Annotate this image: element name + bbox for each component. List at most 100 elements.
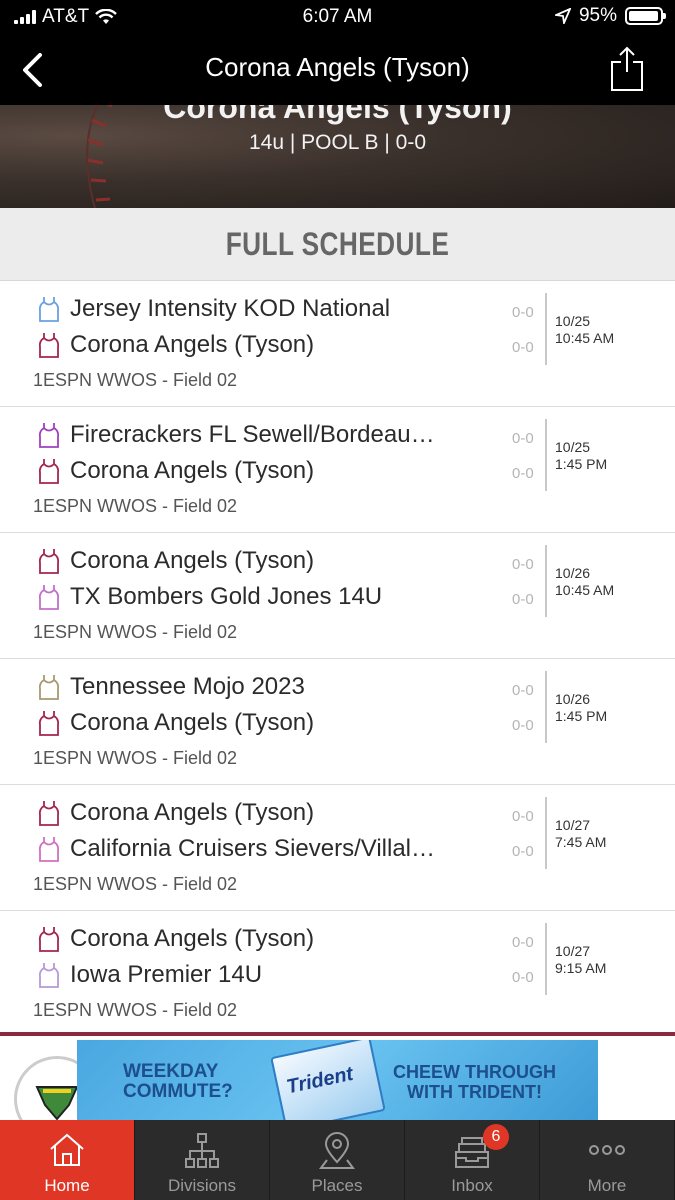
ad-brand: Trident xyxy=(284,1062,356,1099)
location-pin-icon xyxy=(319,1132,355,1169)
game-datetime: 10/25 10:45 AM xyxy=(555,313,614,347)
share-icon[interactable] xyxy=(609,44,645,92)
tab-divisions[interactable]: Divisions xyxy=(135,1120,270,1200)
score-team-1: 0-0 xyxy=(512,556,534,573)
team-1: Corona Angels (Tyson) xyxy=(36,799,314,827)
team-name: TX Bombers Gold Jones 14U xyxy=(70,583,383,610)
jersey-icon xyxy=(38,585,60,610)
ad-line: WEEKDAY xyxy=(123,1061,219,1082)
game-datetime: 10/26 10:45 AM xyxy=(555,565,614,599)
team-name: Jersey Intensity KOD National xyxy=(70,295,391,322)
ad-product-image: Trident xyxy=(270,1040,386,1120)
tab-label: Places xyxy=(311,1176,363,1195)
game-datetime: 10/25 1:45 PM xyxy=(555,439,607,473)
game-row[interactable]: Corona Angels (Tyson) California Cruiser… xyxy=(0,785,675,911)
jersey-icon xyxy=(38,423,60,448)
divider xyxy=(545,293,547,365)
hero-subtitle: 14u | POOL B | 0-0 xyxy=(248,131,427,154)
team-2: California Cruisers Sievers/Villal… xyxy=(36,835,435,863)
game-row[interactable]: Corona Angels (Tyson) TX Bombers Gold Jo… xyxy=(0,533,675,659)
location-arrow-icon xyxy=(554,8,571,24)
jersey-icon xyxy=(38,297,60,322)
team-1: Corona Angels (Tyson) xyxy=(36,547,314,575)
team-name: Corona Angels (Tyson) xyxy=(70,331,315,358)
game-date: 10/25 xyxy=(555,313,591,329)
game-time: 1:45 PM xyxy=(555,456,608,472)
bracket-icon xyxy=(185,1133,219,1168)
game-venue: 1ESPN WWOS - Field 02 xyxy=(33,496,238,516)
home-icon xyxy=(50,1133,84,1166)
team-hero: Corona Angels (Tyson) 14u | POOL B | 0-0 xyxy=(0,105,675,208)
ad-banner[interactable]: WEEKDAY COMMUTE? Trident CHEEW THROUGH WIT… xyxy=(77,1040,598,1120)
team-2: Iowa Premier 14U xyxy=(36,961,262,989)
game-row[interactable]: Tennessee Mojo 2023 Corona Angels (Tyson… xyxy=(0,659,675,785)
status-bar: AT&T 6:07 AM 95% xyxy=(0,0,675,34)
game-row[interactable]: Firecrackers FL Sewell/Bordeau… Corona A… xyxy=(0,407,675,533)
tab-label: Home xyxy=(44,1176,90,1195)
schedule-header: FULL SCHEDULE xyxy=(0,208,675,281)
jersey-icon xyxy=(38,963,60,988)
ad-headline: WEEKDAY COMMUTE? xyxy=(123,1062,233,1102)
game-venue: 1ESPN WWOS - Field 02 xyxy=(33,370,238,390)
tab-label: Inbox xyxy=(451,1176,493,1195)
score-team-1: 0-0 xyxy=(512,430,534,447)
divider xyxy=(545,923,547,995)
game-date: 10/26 xyxy=(555,565,591,581)
score-team-2: 0-0 xyxy=(512,717,534,734)
tab-label: More xyxy=(587,1176,627,1195)
tab-home[interactable]: Home xyxy=(0,1120,135,1200)
score-team-1: 0-0 xyxy=(512,934,534,951)
team-name: Iowa Premier 14U xyxy=(70,961,263,988)
jersey-icon xyxy=(38,675,60,700)
ad-line: WITH TRIDENT! xyxy=(407,1082,542,1102)
team-1: Firecrackers FL Sewell/Bordeau… xyxy=(36,421,435,449)
score-team-2: 0-0 xyxy=(512,465,534,482)
team-2: Corona Angels (Tyson) xyxy=(36,709,314,737)
tab-more[interactable]: More xyxy=(540,1120,675,1200)
game-time: 9:15 AM xyxy=(555,960,607,976)
score-team-1: 0-0 xyxy=(512,682,534,699)
game-date: 10/26 xyxy=(555,691,591,707)
game-row[interactable]: Jersey Intensity KOD National Corona Ang… xyxy=(0,281,675,407)
nav-bar: Corona Angels (Tyson) xyxy=(0,34,675,105)
games-list: Jersey Intensity KOD National Corona Ang… xyxy=(0,281,675,1037)
team-name: Tennessee Mojo 2023 xyxy=(70,673,305,700)
game-time: 10:45 AM xyxy=(555,582,615,598)
nav-title: Corona Angels (Tyson) xyxy=(205,52,470,82)
tab-inbox[interactable]: 6 Inbox xyxy=(405,1120,540,1200)
team-2: Corona Angels (Tyson) xyxy=(36,457,314,485)
team-name: Corona Angels (Tyson) xyxy=(70,457,315,484)
tab-bar: Home Divisions Places 6 Inbox More xyxy=(0,1120,675,1200)
tab-label: Divisions xyxy=(167,1176,237,1195)
divider xyxy=(545,671,547,743)
game-row[interactable]: Corona Angels (Tyson) Iowa Premier 14U 0… xyxy=(0,911,675,1037)
jersey-icon xyxy=(38,927,60,952)
game-venue: 1ESPN WWOS - Field 02 xyxy=(33,1000,238,1020)
team-name: Corona Angels (Tyson) xyxy=(70,547,315,574)
score-team-2: 0-0 xyxy=(512,591,534,608)
game-datetime: 10/26 1:45 PM xyxy=(555,691,607,725)
jersey-icon xyxy=(38,459,60,484)
inbox-badge: 6 xyxy=(483,1124,509,1150)
game-date: 10/27 xyxy=(555,817,591,833)
divider xyxy=(545,797,547,869)
score-team-2: 0-0 xyxy=(512,843,534,860)
team-1: Jersey Intensity KOD National xyxy=(36,295,390,323)
team-name: Firecrackers FL Sewell/Bordeau… xyxy=(70,421,435,448)
score-team-1: 0-0 xyxy=(512,304,534,321)
jersey-icon xyxy=(38,837,60,862)
score-team-2: 0-0 xyxy=(512,339,534,356)
more-dots-icon xyxy=(589,1145,625,1155)
ad-line: CHEEW THROUGH xyxy=(393,1062,556,1082)
tab-places[interactable]: Places xyxy=(270,1120,405,1200)
battery-percent: 95% xyxy=(578,5,617,26)
team-name: Corona Angels (Tyson) xyxy=(70,799,315,826)
jersey-icon xyxy=(38,333,60,358)
team-1: Corona Angels (Tyson) xyxy=(36,925,314,953)
team-name: Corona Angels (Tyson) xyxy=(70,709,315,736)
divider xyxy=(545,419,547,491)
hero-team-name: Corona Angels (Tyson) xyxy=(163,105,512,125)
score-team-2: 0-0 xyxy=(512,969,534,986)
game-datetime: 10/27 7:45 AM xyxy=(555,817,606,851)
divider xyxy=(545,545,547,617)
